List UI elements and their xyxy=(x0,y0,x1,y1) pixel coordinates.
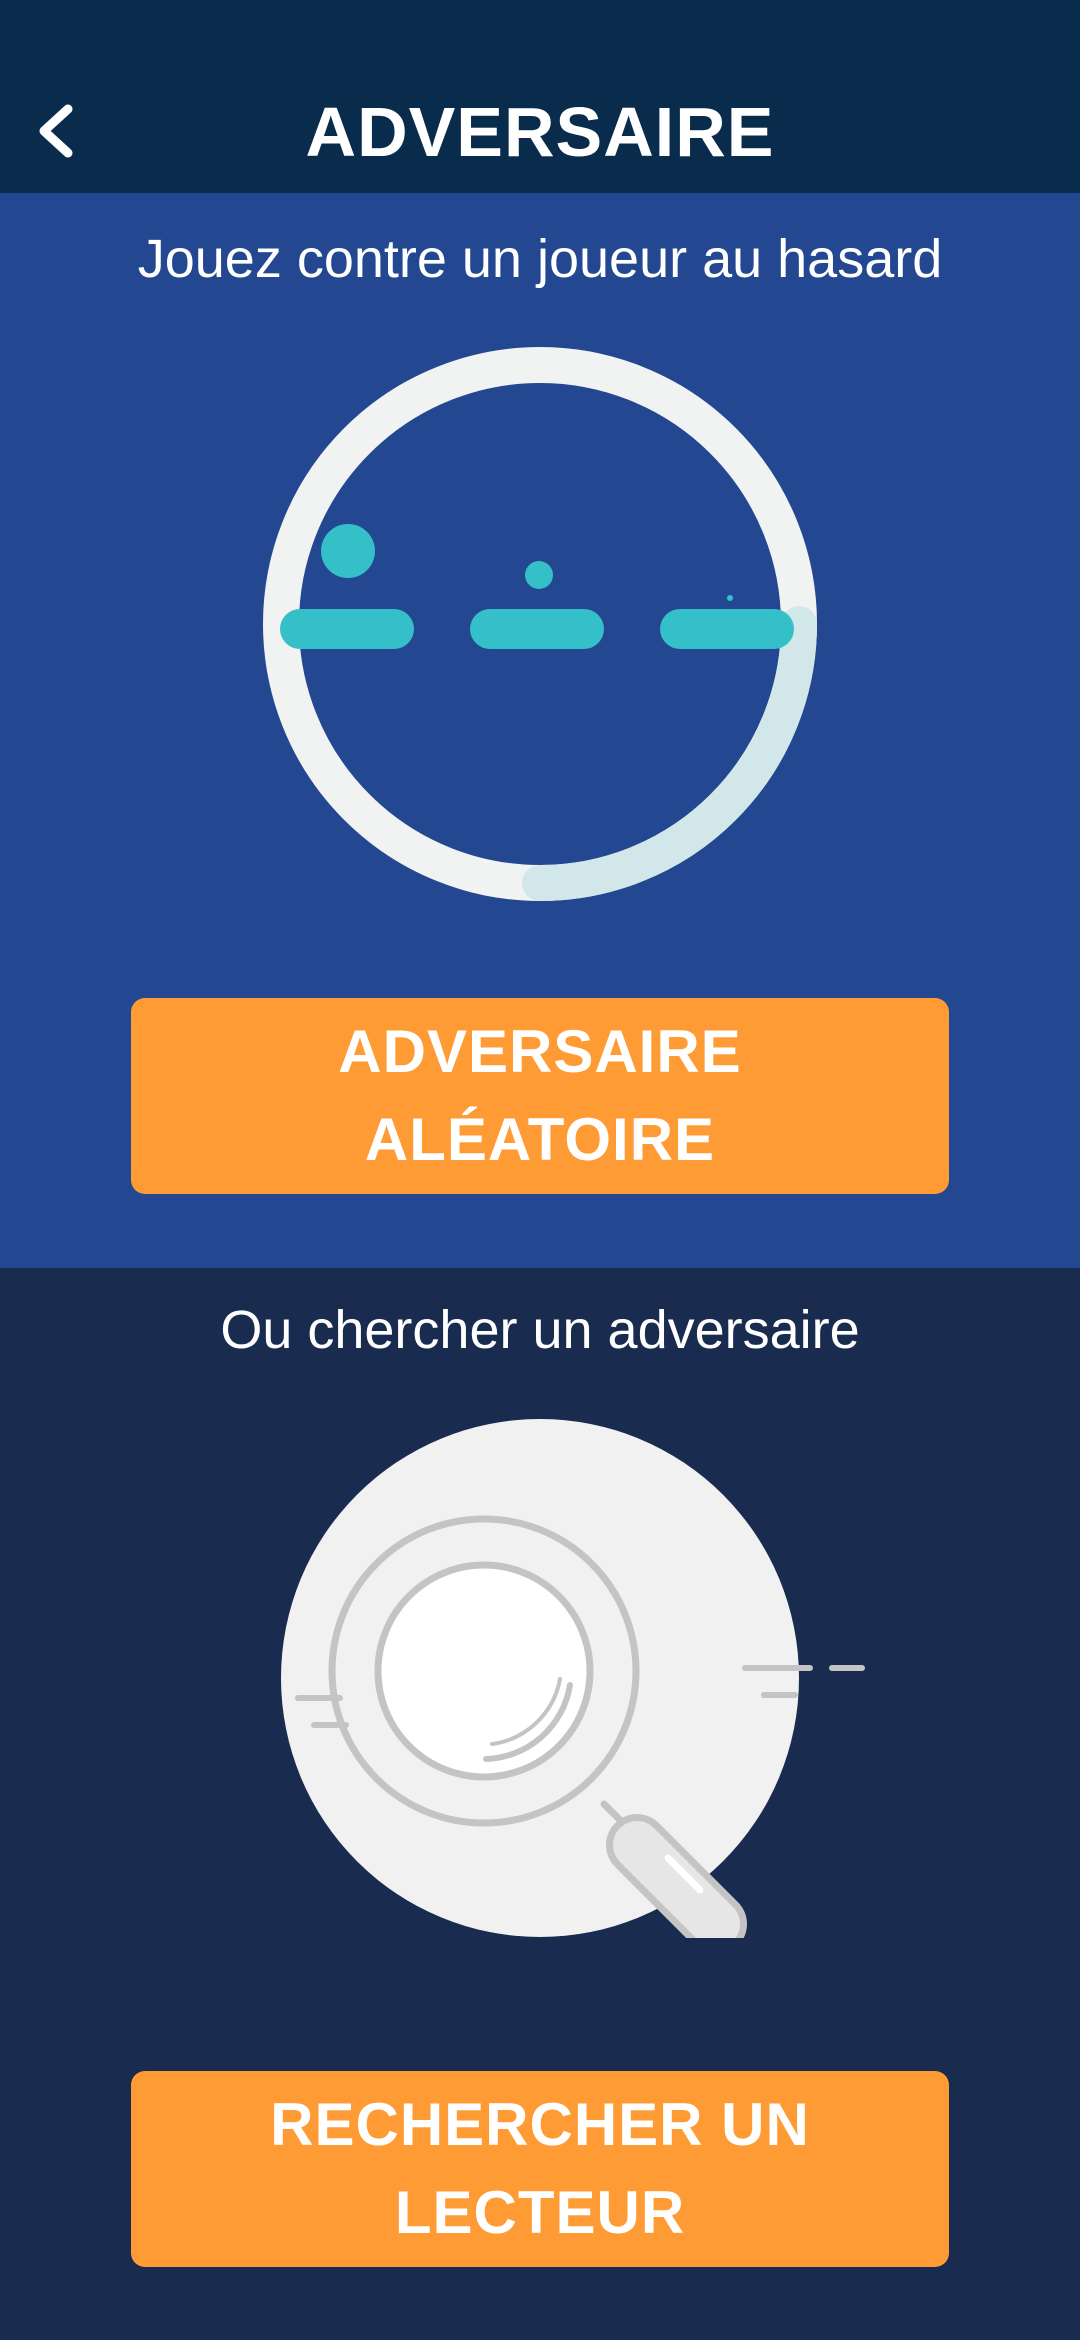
page-title: ADVERSAIRE xyxy=(305,93,775,171)
random-opponent-button-line1: ADVERSAIRE xyxy=(338,1018,742,1085)
screen: ADVERSAIRE Jouez contre un joueur au has… xyxy=(0,0,1080,2340)
search-opponent-section: Ou chercher un adversaire RECHERCHER UN … xyxy=(0,1268,1080,2340)
search-opponent-heading: Ou chercher un adversaire xyxy=(220,1300,860,1360)
random-opponent-button[interactable]: ADVERSAIRE ALÉATOIRE xyxy=(131,998,949,1194)
search-player-button-line1: RECHERCHER UN xyxy=(270,2091,810,2158)
search-player-button-line2: LECTEUR xyxy=(394,2179,686,2246)
random-opponent-section: Jouez contre un joueur au hasard ADVERSA… xyxy=(0,193,1080,1268)
random-opponent-button-line2: ALÉATOIRE xyxy=(364,1106,716,1173)
matchmaking-loader-icon xyxy=(263,347,817,901)
search-player-button[interactable]: RECHERCHER UN LECTEUR xyxy=(131,2071,949,2267)
random-opponent-heading: Jouez contre un joueur au hasard xyxy=(137,229,943,289)
magnifying-glass-icon xyxy=(281,1419,865,1938)
app-header: ADVERSAIRE xyxy=(0,0,1080,193)
